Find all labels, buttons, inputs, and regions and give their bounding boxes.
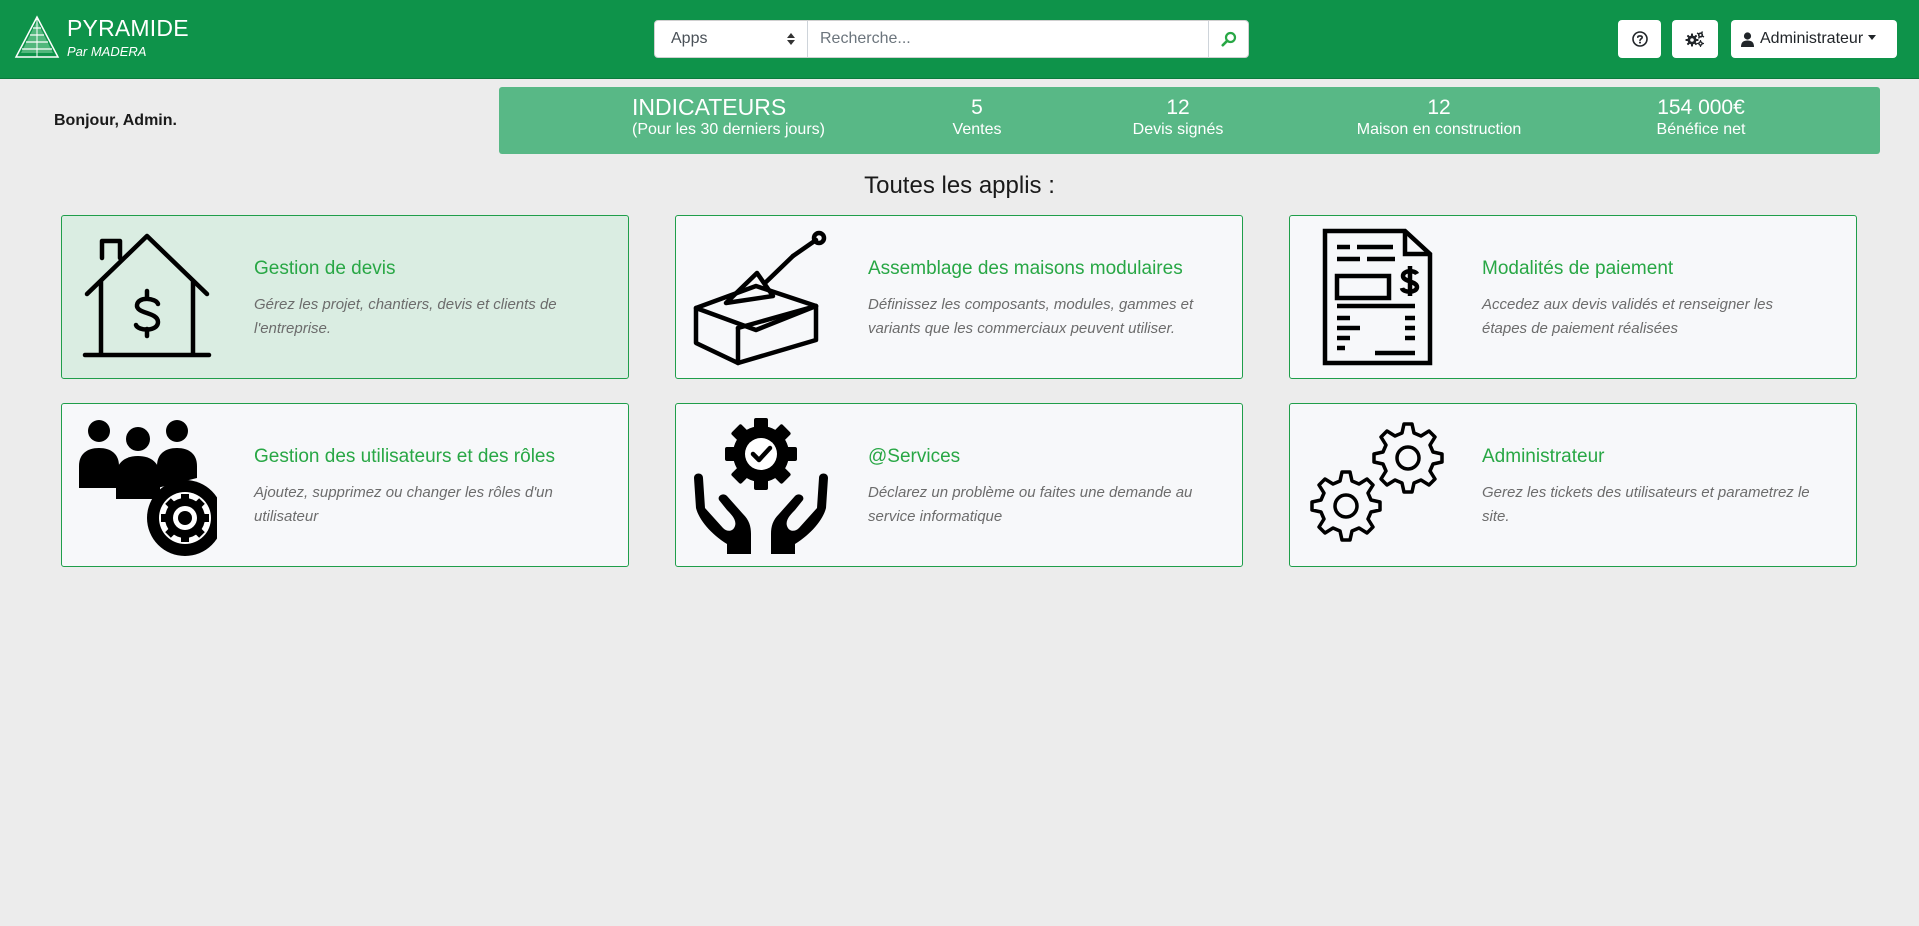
settings-button[interactable] — [1672, 20, 1718, 58]
search-bar: Apps — [654, 20, 1249, 58]
app-filter-value: Apps — [671, 30, 708, 47]
app-card-description: Définissez les composants, modules, gamm… — [868, 296, 1194, 337]
indicators-heading: INDICATEURS (Pour les 30 derniers jours) — [632, 95, 825, 140]
app-filter-select[interactable]: Apps — [655, 21, 808, 57]
app-card-title: @Services — [868, 446, 961, 467]
help-button[interactable] — [1618, 20, 1661, 58]
indicator-net-profit: 154 000€ Bénéfice net — [1657, 95, 1746, 140]
indicator-signed-quotes: 12 Devis signés — [1133, 95, 1224, 140]
app-card-users-roles[interactable]: Gestion des utilisateurs et des rôles Aj… — [61, 403, 629, 567]
user-menu-button[interactable]: Administrateur — [1731, 20, 1897, 58]
app-card-title: Gestion de devis — [254, 258, 396, 279]
user-menu-label: Administrateur — [1760, 30, 1864, 47]
indicator-value: 12 — [1427, 96, 1451, 119]
app-card-title: Administrateur — [1482, 446, 1605, 467]
section-title: Toutes les applis : — [864, 172, 1055, 199]
greeting-text: Bonjour, Admin. — [54, 112, 177, 129]
search-input[interactable] — [808, 21, 1208, 57]
top-navbar: PYRAMIDE Par MADERA Apps Recherche... Ad… — [0, 0, 1919, 79]
indicators-title: INDICATEURS — [632, 94, 787, 120]
indicator-houses-in-construction: 12 Maison en construction — [1357, 95, 1522, 140]
app-card-title: Modalités de paiement — [1482, 258, 1674, 279]
app-card-description: Accedez aux devis validés et renseigner … — [1482, 296, 1773, 337]
app-card-quotes[interactable]: Gestion de devis Gérez les projet, chant… — [61, 215, 629, 379]
app-card-description: Gérez les projet, chantiers, devis et cl… — [254, 296, 557, 337]
brand[interactable]: PYRAMIDE Par MADERA — [14, 15, 189, 63]
app-card-modular-houses[interactable]: Assemblage des maisons modulaires Défini… — [675, 215, 1243, 379]
app-card-description: Gerez les tickets des utilisateurs et pa… — [1482, 484, 1810, 525]
indicator-label: Ventes — [952, 121, 1002, 138]
search-icon — [1220, 31, 1236, 47]
indicator-value: 154 000€ — [1657, 96, 1745, 119]
users-gear-icon — [79, 420, 217, 556]
indicator-label: Maison en construction — [1356, 121, 1522, 138]
indicators-panel: INDICATEURS (Pour les 30 derniers jours)… — [499, 87, 1880, 154]
question-circle-icon — [1631, 31, 1648, 47]
app-card-description: Déclarez un problème ou faites une deman… — [868, 484, 1193, 525]
brand-title: PYRAMIDE — [67, 15, 189, 41]
search-button[interactable] — [1208, 21, 1248, 57]
hands-gear-icon — [694, 418, 828, 554]
invoice-icon — [1322, 228, 1433, 366]
cogs-icon — [1685, 31, 1705, 47]
house-dollar-icon — [82, 233, 212, 358]
indicator-label: Bénéfice net — [1656, 121, 1746, 138]
dropdown-caret-icon — [1868, 34, 1877, 40]
app-card-title: Assemblage des maisons modulaires — [868, 258, 1183, 279]
indicators-period: (Pour les 30 derniers jours) — [632, 121, 825, 138]
indicator-sales: 5 Ventes — [953, 95, 1002, 140]
brick-trowel-icon — [693, 230, 827, 366]
app-card-payment[interactable]: Modalités de paiement Accedez aux devis … — [1289, 215, 1857, 379]
indicator-label: Devis signés — [1132, 121, 1224, 138]
brand-subtitle: Par MADERA — [67, 44, 147, 59]
app-card-description: Ajoutez, supprimez ou changer les rôles … — [254, 484, 553, 525]
pyramid-logo-icon — [14, 15, 60, 58]
gears-icon — [1310, 422, 1444, 542]
app-card-title: Gestion des utilisateurs et des rôles — [254, 446, 555, 467]
app-card-administrator[interactable]: Administrateur Gerez les tickets des uti… — [1289, 403, 1857, 567]
select-arrows-icon — [787, 33, 795, 45]
indicator-value: 5 — [971, 96, 983, 119]
app-card-services[interactable]: @Services Déclarez un problème ou faites… — [675, 403, 1243, 567]
user-icon — [1741, 31, 1754, 47]
indicator-value: 12 — [1166, 96, 1190, 119]
